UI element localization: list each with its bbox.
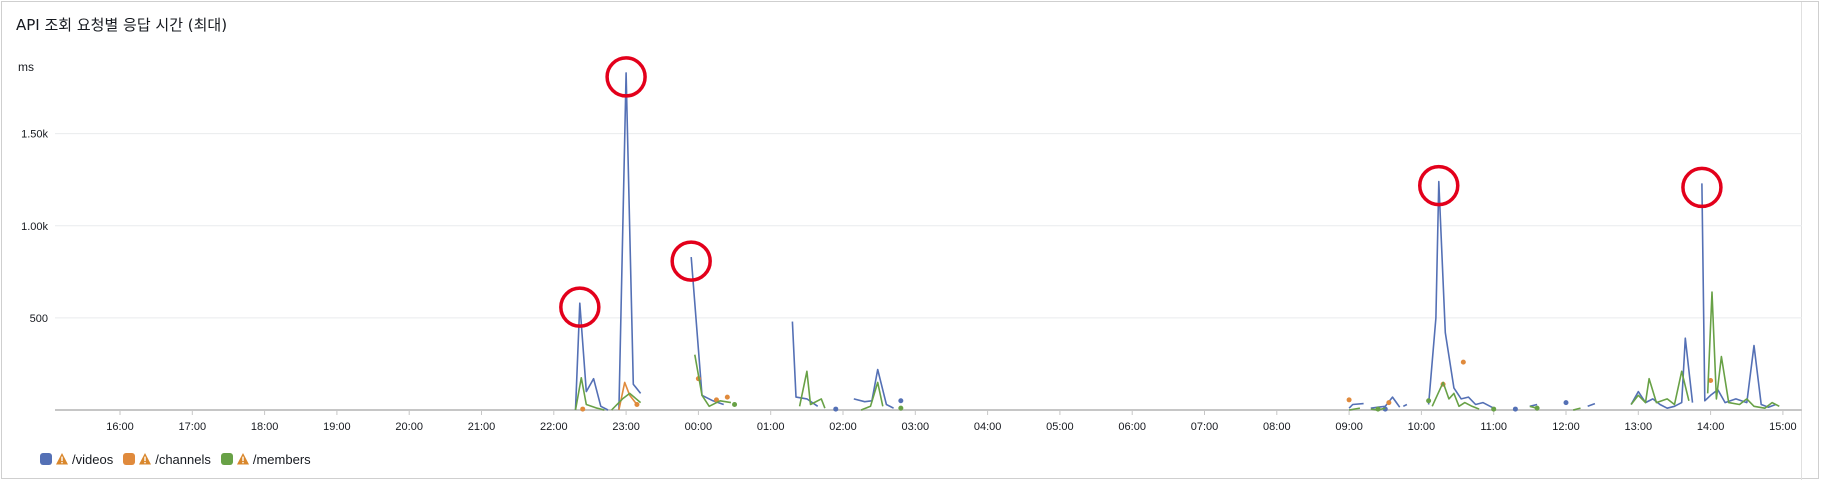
warning-icon xyxy=(55,452,69,466)
x-tick-label: 14:00 xyxy=(1697,421,1725,433)
series-data-point xyxy=(898,405,904,411)
legend-swatch xyxy=(123,453,136,465)
legend: /videos/channels/members xyxy=(40,450,311,468)
series-data-point xyxy=(1426,398,1432,404)
axis-layer: 500 1.00k 1.50k 16:00 17:00 18:00 19:00 20:00 21… xyxy=(21,129,1802,433)
x-tick-label: 09:00 xyxy=(1335,421,1363,433)
legend-label: /videos xyxy=(72,451,114,467)
series-line-segment xyxy=(853,368,894,409)
x-tick-label: 11:00 xyxy=(1480,421,1507,433)
series-line-segment xyxy=(574,302,609,411)
x-tick-label: 05:00 xyxy=(1046,421,1074,433)
series-line-segment xyxy=(1701,183,1776,408)
series-members xyxy=(574,291,1780,412)
x-tick-label: 18:00 xyxy=(251,421,279,433)
x-tick-label: 10:00 xyxy=(1408,421,1436,433)
series-data-point xyxy=(898,398,904,404)
x-tick-label: 02:00 xyxy=(829,421,857,433)
series-data-point xyxy=(1375,406,1381,412)
x-tick-label: 15:00 xyxy=(1769,421,1797,433)
legend-label: /members xyxy=(252,451,311,467)
series-line-segment xyxy=(1587,402,1596,408)
series-layer xyxy=(574,72,1780,412)
series-data-point xyxy=(724,394,730,400)
x-tick-label: 21:00 xyxy=(468,421,496,433)
highlight-layer xyxy=(559,56,1723,328)
series-line-segment xyxy=(1431,381,1480,410)
series-data-point xyxy=(732,401,738,407)
series-data-point xyxy=(1346,397,1352,403)
x-tick-label: 20:00 xyxy=(395,421,423,433)
series-data-point xyxy=(1386,400,1392,406)
grid-layer xyxy=(55,133,1802,319)
legend-swatch xyxy=(220,453,233,465)
y-tick-label: 500 xyxy=(30,313,48,325)
series-data-point xyxy=(833,406,839,412)
warning-icon xyxy=(236,452,250,466)
series-line-segment xyxy=(1427,180,1495,409)
warning-icon xyxy=(138,452,152,466)
x-tick-label: 00:00 xyxy=(685,421,713,433)
x-tick-label: 12:00 xyxy=(1552,421,1580,433)
x-tick-label: 06:00 xyxy=(1118,421,1146,433)
series-data-point xyxy=(1534,405,1540,411)
legend-item[interactable]: /channels xyxy=(123,452,211,467)
x-tick-label: 23:00 xyxy=(612,421,640,433)
legend-item[interactable]: /videos xyxy=(40,452,113,467)
series-data-point xyxy=(580,406,586,412)
series-line-segment xyxy=(1402,403,1408,408)
legend-item[interactable]: /members xyxy=(220,451,311,467)
y-tick-label: 1.00k xyxy=(21,221,48,233)
series-data-point xyxy=(1563,400,1569,406)
series-line-segment xyxy=(1630,370,1690,406)
legend-swatch xyxy=(40,453,52,465)
x-tick-label: 13:00 xyxy=(1625,421,1653,433)
series-data-point xyxy=(1460,359,1466,365)
series-line-segment xyxy=(1348,402,1364,409)
x-tick-label: 19:00 xyxy=(323,421,351,433)
x-tick-label: 01:00 xyxy=(757,421,785,433)
series-data-point xyxy=(1491,406,1497,412)
legend-label: /channels xyxy=(155,451,211,467)
x-tick-label: 08:00 xyxy=(1263,421,1291,433)
series-channels xyxy=(580,359,1714,412)
response-time-chart: 500 1.00k 1.50k 16:00 17:00 18:00 19:00 20:00 21… xyxy=(21,56,1802,433)
x-tick-label: 22:00 xyxy=(540,421,568,433)
series-line-segment xyxy=(791,321,819,407)
y-tick-label: 1.50k xyxy=(21,129,48,141)
series-line-segment xyxy=(1370,396,1401,409)
x-tick-label: 17:00 xyxy=(179,421,207,433)
x-tick-label: 03:00 xyxy=(902,421,930,433)
series-line-segment xyxy=(618,72,642,411)
x-tick-label: 04:00 xyxy=(974,421,1002,433)
series-data-point xyxy=(1512,406,1518,412)
series-data-point xyxy=(634,401,640,407)
x-tick-label: 16:00 xyxy=(106,421,134,433)
x-tick-label: 07:00 xyxy=(1191,421,1219,433)
series-line-segment xyxy=(611,392,642,411)
series-videos xyxy=(574,72,1776,412)
